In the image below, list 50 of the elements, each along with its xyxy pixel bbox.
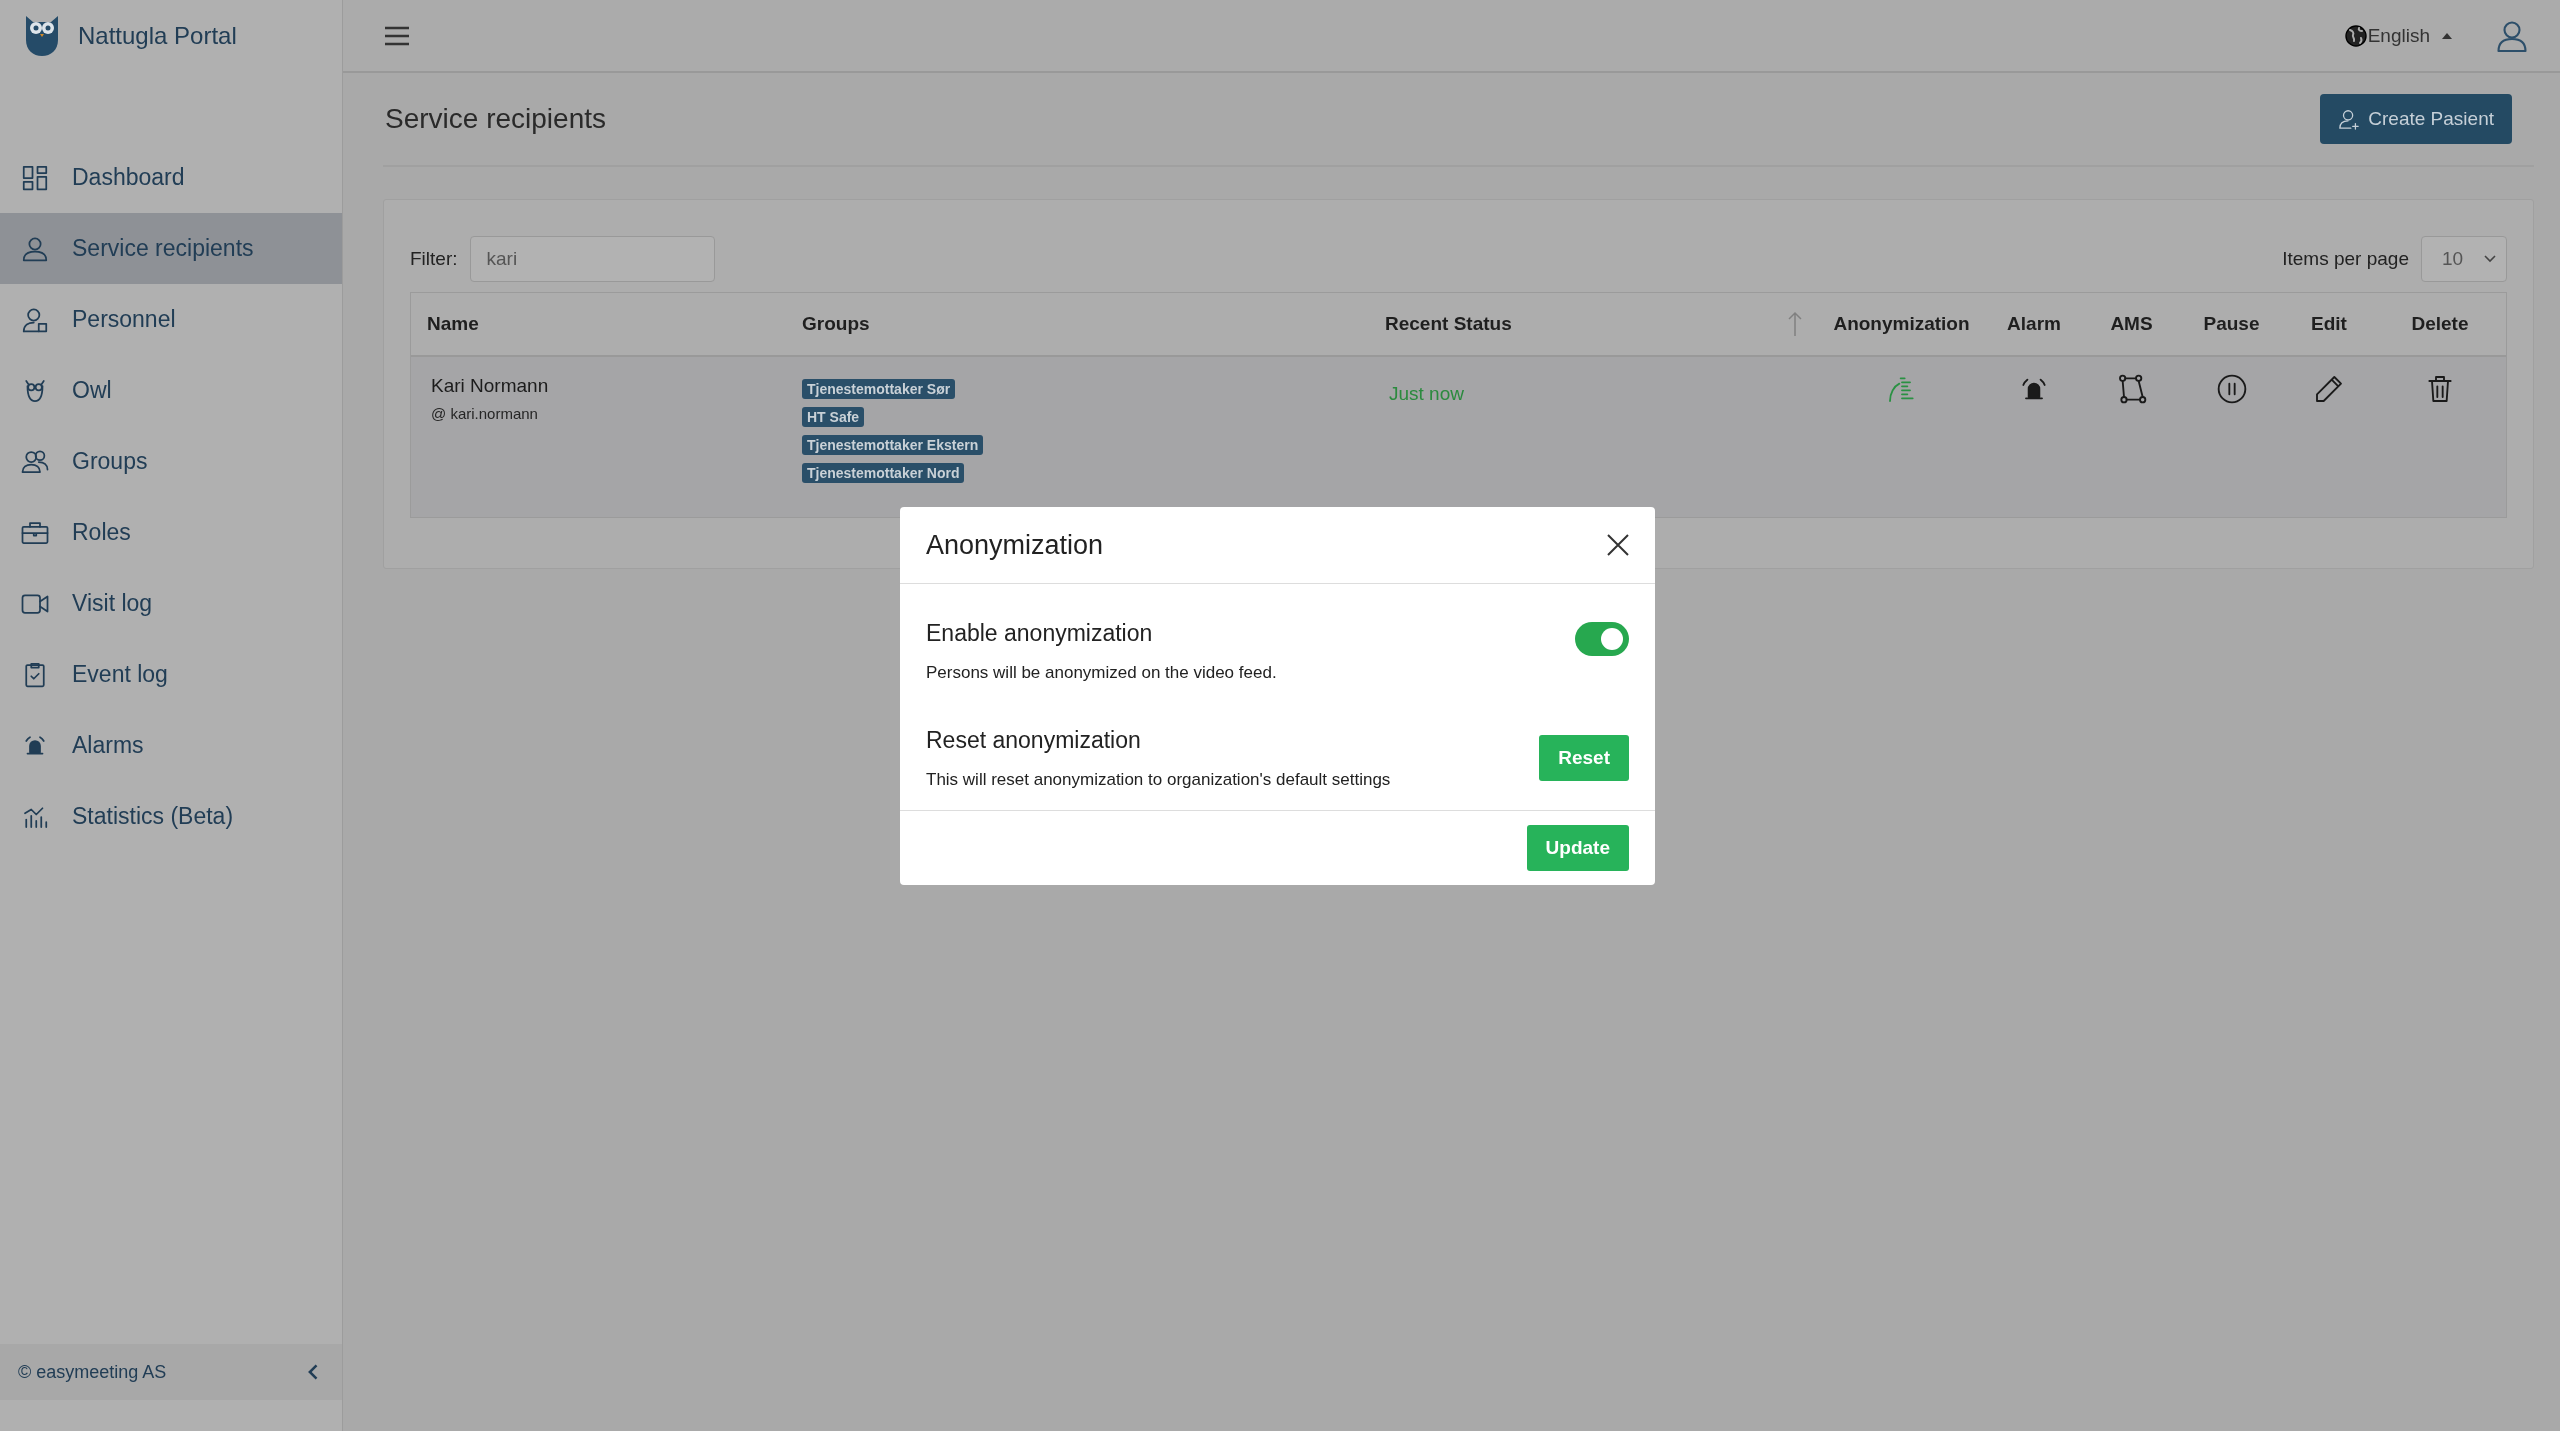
sidebar-item[interactable]: Service recipients xyxy=(0,213,342,284)
sidebar-item[interactable]: Event log xyxy=(0,639,342,710)
column-header[interactable]: Delete xyxy=(2374,293,2506,355)
recipient-username: @ kari.normann xyxy=(431,405,538,422)
group-tag: Tjenestemottaker Ekstern xyxy=(802,435,984,455)
language-dropdown[interactable]: English xyxy=(2367,24,2452,47)
column-header[interactable]: Alarm xyxy=(1984,293,2084,355)
column-header[interactable]: Edit xyxy=(2284,293,2374,355)
section-description: Persons will be anonymized on the video feed. xyxy=(926,663,1277,683)
dialog-title: Anonymization xyxy=(926,529,1104,561)
filter-input[interactable]: kari xyxy=(469,236,715,282)
add-user-icon xyxy=(2338,108,2361,130)
app-title: Nattugla Portal xyxy=(78,22,237,50)
recipient-name: Kari Normann xyxy=(431,375,549,397)
column-header[interactable]: Pause xyxy=(2179,293,2284,355)
create-patient-button[interactable]: Create Pasient xyxy=(2320,94,2512,144)
items-per-page-select[interactable]: 10 xyxy=(2421,236,2507,282)
reset-button[interactable]: Reset xyxy=(1539,735,1629,781)
filter-label: Filter: xyxy=(410,248,458,270)
page-title: Service recipients xyxy=(385,103,606,135)
items-per-page-label: Items per page xyxy=(2282,248,2409,270)
sidebar-item[interactable]: Visit log xyxy=(0,568,342,639)
section-description: This will reset anonymization to organization's default settings xyxy=(926,770,1391,790)
column-header[interactable]: Anonymization xyxy=(1819,293,1984,355)
sidebar-item[interactable]: Groups xyxy=(0,426,342,497)
sidebar-item[interactable]: Roles xyxy=(0,497,342,568)
toggle-switch[interactable] xyxy=(1575,622,1629,656)
group-tag: Tjenestemottaker Nord xyxy=(802,463,965,483)
caret-icon xyxy=(2442,32,2452,39)
pencil-icon xyxy=(2313,373,2345,405)
column-header[interactable]: Groups xyxy=(786,293,1369,355)
pause-icon xyxy=(2215,373,2248,405)
chevron-down-icon xyxy=(2484,255,2496,263)
section-title: Reset anonymization xyxy=(926,727,1142,754)
sidebar-item[interactable]: Owl xyxy=(0,355,342,426)
group-tag: HT Safe xyxy=(802,407,865,427)
sidebar-item[interactable]: Personnel xyxy=(0,284,342,355)
section-title: Enable anonymization xyxy=(926,620,1154,647)
column-header[interactable]: Name xyxy=(411,293,786,355)
column-header[interactable]: AMS xyxy=(2084,293,2179,355)
column-header[interactable]: Recent Status xyxy=(1369,293,1819,355)
group-tag: Tjenestemottaker Sør xyxy=(802,379,956,399)
recent-status: Just now xyxy=(1389,382,1464,405)
copyright-text: © easymeeting AS xyxy=(18,1361,167,1383)
close-icon[interactable] xyxy=(1607,534,1629,556)
sidebar-item[interactable]: Alarms xyxy=(0,710,342,781)
globe-icon xyxy=(2343,23,2368,48)
update-button[interactable]: Update xyxy=(1526,825,1629,871)
sidebar-item[interactable]: Dashboard xyxy=(0,142,342,213)
sidebar-item[interactable]: Statistics (Beta) xyxy=(0,781,342,852)
